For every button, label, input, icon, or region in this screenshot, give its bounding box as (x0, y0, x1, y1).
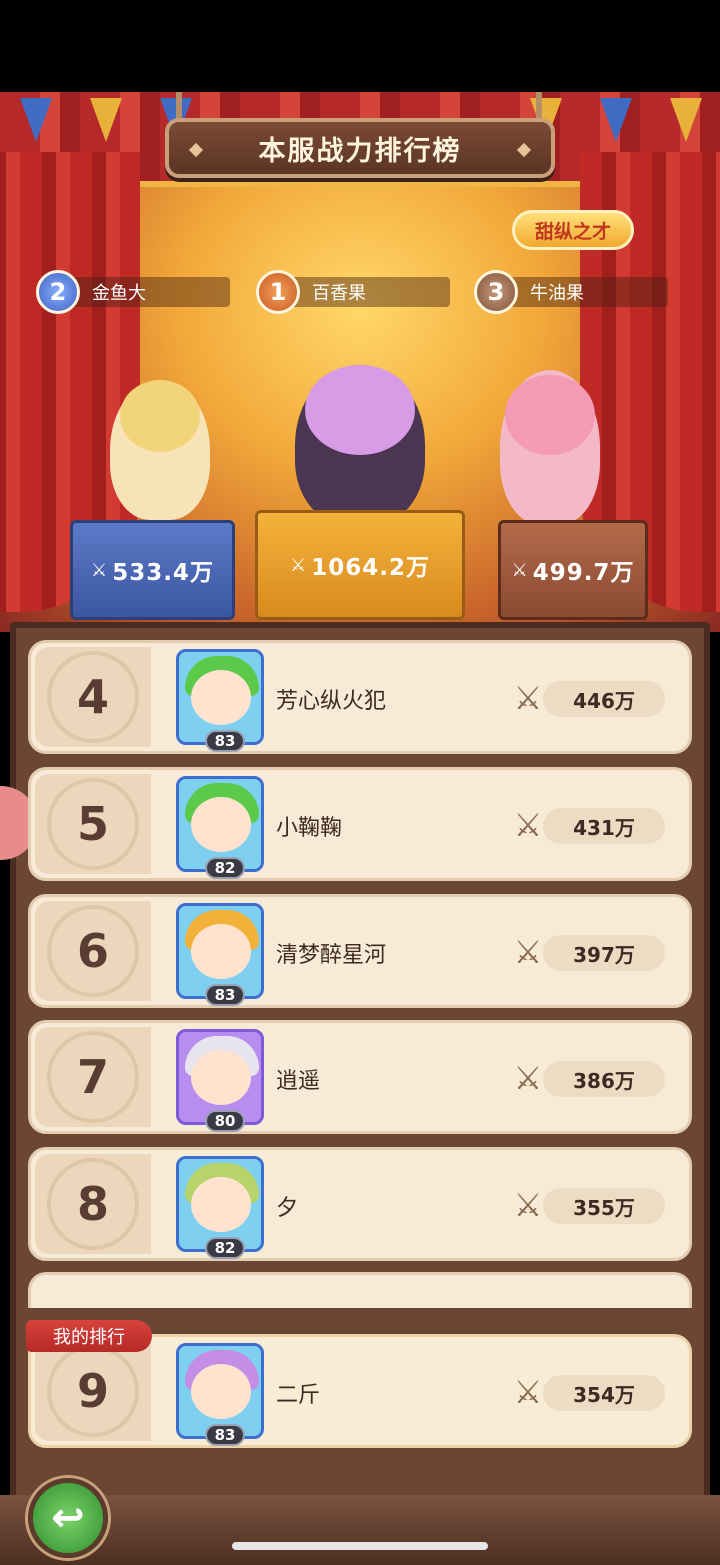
crossed-swords-icon: ⚔ (290, 554, 308, 576)
crossed-swords-icon: ⚔ (513, 1059, 543, 1097)
level-badge: 83 (205, 1424, 245, 1446)
power-value: 431万 (543, 808, 665, 844)
home-indicator[interactable] (232, 1542, 488, 1550)
crossed-swords-icon: ⚔ (513, 1186, 543, 1224)
rank-number: 7 (35, 1027, 151, 1127)
power-value: 355万 (543, 1188, 665, 1224)
player-avatar[interactable]: 82 (176, 1156, 264, 1259)
podium-power-2: ⚔ 533.4万 (70, 520, 235, 620)
crossed-swords-icon: ⚔ (513, 1373, 543, 1411)
power-value: 354万 (543, 1375, 665, 1411)
crossed-swords-icon: ⚔ (513, 933, 543, 971)
player-avatar[interactable]: 82 (176, 776, 264, 879)
level-badge: 80 (205, 1110, 245, 1132)
player-name: 二斤 (276, 1383, 321, 1408)
podium-label-1: 1 百香果 (256, 270, 450, 314)
rank-medal-2: 2 (36, 270, 80, 314)
podium-name-2: 金鱼大 (70, 277, 230, 307)
back-arrow-icon: ↩ (51, 1495, 85, 1541)
level-badge: 83 (205, 984, 245, 1006)
status-bar-area (0, 0, 720, 92)
rank-medal-1: 1 (256, 270, 300, 314)
rank-number: 5 (35, 774, 151, 874)
podium-name-1: 百香果 (290, 277, 450, 307)
power-value: 397万 (543, 935, 665, 971)
podium-power-3: ⚔ 499.7万 (498, 520, 648, 620)
rank-number: 8 (35, 1154, 151, 1254)
my-rank-tag: 我的排行 (26, 1320, 152, 1352)
player-avatar[interactable]: 80 (176, 1029, 264, 1132)
podium-power-value-3: 499.7万 (532, 560, 635, 586)
podium-label-3: 3 牛油果 (474, 270, 668, 314)
rank-medal-3: 3 (474, 270, 518, 314)
player-avatar[interactable]: 83 (176, 903, 264, 1006)
podium-power-1: ⚔ 1064.2万 (255, 510, 465, 620)
rank-number: 9 (35, 1341, 151, 1441)
page-title: 本服战力排行榜 (258, 135, 462, 167)
title-badge[interactable]: 甜纵之才 (512, 210, 634, 250)
character-3[interactable] (500, 370, 600, 525)
character-2[interactable] (110, 380, 210, 520)
crossed-swords-icon: ⚔ (511, 559, 529, 581)
player-name: 逍遥 (276, 1069, 321, 1094)
power-value: 446万 (543, 681, 665, 717)
power-value: 386万 (543, 1061, 665, 1097)
player-name: 清梦醉星河 (276, 943, 387, 968)
ranking-row[interactable]: 6 83 清梦醉星河 ⚔ 397万 (28, 894, 692, 1008)
player-name: 小鞠鞠 (276, 816, 343, 841)
podium-power-value-1: 1064.2万 (311, 555, 430, 581)
player-name: 夕 (276, 1196, 299, 1221)
ranking-row[interactable]: 5 82 小鞠鞠 ⚔ 431万 (28, 767, 692, 881)
player-avatar[interactable]: 83 (176, 649, 264, 752)
level-badge: 83 (205, 730, 245, 752)
ranking-row-partial (28, 1272, 692, 1308)
crossed-swords-icon: ⚔ (513, 679, 543, 717)
podium-power-value-2: 533.4万 (112, 560, 214, 586)
character-1[interactable] (295, 365, 425, 525)
bottom-bar (0, 1495, 720, 1565)
level-badge: 82 (205, 1237, 245, 1259)
podium-name-3: 牛油果 (508, 277, 668, 307)
podium-label-2: 2 金鱼大 (36, 270, 230, 314)
level-badge: 82 (205, 857, 245, 879)
crossed-swords-icon: ⚔ (91, 559, 109, 581)
player-avatar[interactable]: 83 (176, 1343, 264, 1446)
ranking-row[interactable]: 7 80 逍遥 ⚔ 386万 (28, 1020, 692, 1134)
title-board: 本服战力排行榜 (165, 118, 555, 178)
ranking-row[interactable]: 8 82 夕 ⚔ 355万 (28, 1147, 692, 1261)
ranking-row[interactable]: 4 83 芳心纵火犯 ⚔ 446万 (28, 640, 692, 754)
rank-number: 6 (35, 901, 151, 1001)
rank-number: 4 (35, 647, 151, 747)
crossed-swords-icon: ⚔ (513, 806, 543, 844)
back-button[interactable]: ↩ (28, 1478, 108, 1558)
player-name: 芳心纵火犯 (276, 689, 387, 714)
